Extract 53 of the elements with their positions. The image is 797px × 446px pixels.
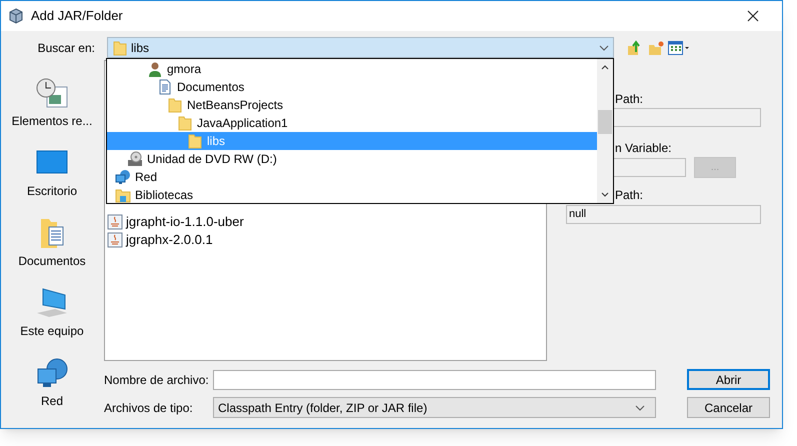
- folder-icon: [167, 97, 183, 113]
- recent-items-icon: [35, 76, 69, 108]
- jar-file-icon: [107, 232, 123, 248]
- field-label: n Variable:: [615, 140, 672, 155]
- file-item[interactable]: jgraphx-2.0.0.1: [107, 231, 546, 249]
- field-label: Path:: [615, 91, 644, 106]
- jar-file-icon: [107, 214, 123, 230]
- look-in-label: Buscar en:: [36, 40, 96, 56]
- view-menu-button[interactable]: [668, 38, 692, 56]
- look-in-dropdown[interactable]: libs: [107, 37, 614, 58]
- places-item[interactable]: Red: [8, 348, 96, 418]
- dropdown-item[interactable]: Red: [107, 168, 597, 186]
- chevron-down-icon: [599, 44, 609, 50]
- computer-icon: [35, 286, 69, 318]
- field-label: Path:: [615, 187, 644, 202]
- folder-icon: [187, 133, 203, 149]
- grid-view-icon: [668, 40, 690, 54]
- file-item[interactable]: jgrapht-io-1.1.0-uber: [107, 213, 546, 231]
- file-type-label: Archivos de tipo:: [104, 400, 194, 416]
- close-icon: [747, 10, 759, 22]
- scrollbar[interactable]: [597, 59, 613, 203]
- dropdown-item[interactable]: Bibliotecas: [107, 186, 597, 204]
- scroll-down-icon: [601, 192, 609, 197]
- places-item[interactable]: Elementos re...: [8, 68, 96, 138]
- network-icon: [115, 169, 131, 185]
- cube-icon: [8, 8, 24, 24]
- file-name-label: Nombre de archivo:: [104, 372, 210, 388]
- path-field[interactable]: null: [566, 205, 761, 224]
- new-folder-button[interactable]: [647, 38, 665, 56]
- file-type-dropdown[interactable]: Classpath Entry (folder, ZIP or JAR file): [213, 397, 656, 418]
- document-icon: [157, 79, 173, 95]
- library-icon: [115, 187, 131, 203]
- open-button[interactable]: Abrir: [687, 369, 770, 390]
- dropdown-item[interactable]: Unidad de DVD RW (D:): [107, 150, 597, 168]
- folder-icon: [112, 40, 128, 56]
- places-item[interactable]: Este equipo: [8, 278, 96, 348]
- window-title: Add JAR/Folder: [31, 7, 123, 26]
- file-name-field[interactable]: [213, 370, 656, 390]
- dropdown-item[interactable]: Documentos: [107, 78, 597, 96]
- chevron-down-icon: [635, 404, 645, 410]
- disc-drive-icon: [127, 151, 143, 167]
- scrollbar-thumb[interactable]: [598, 110, 612, 134]
- dropdown-item[interactable]: JavaApplication1: [107, 114, 597, 132]
- dropdown-item[interactable]: NetBeansProjects: [107, 96, 597, 114]
- user-icon: [147, 61, 163, 77]
- cancel-button[interactable]: Cancelar: [687, 397, 770, 418]
- places-item[interactable]: Escritorio: [8, 138, 96, 208]
- dropdown-item[interactable]: gmora: [107, 60, 597, 78]
- places-item[interactable]: Documentos: [8, 208, 96, 278]
- new-folder-icon: [648, 40, 664, 56]
- network-icon: [35, 356, 69, 388]
- scroll-up-icon: [601, 65, 609, 70]
- look-in-value: libs: [131, 40, 150, 56]
